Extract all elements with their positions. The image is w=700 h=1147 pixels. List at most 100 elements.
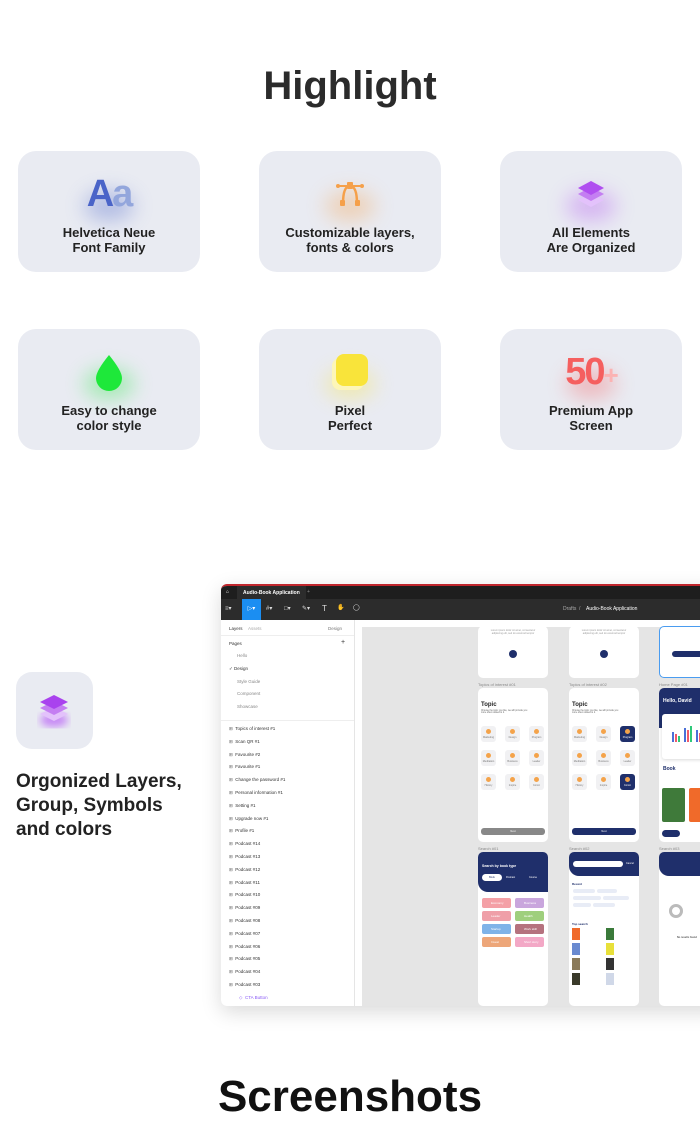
category-button[interactable]: Leader [482, 911, 511, 921]
topic-tile[interactable]: Business [505, 750, 520, 766]
layer-item[interactable]: ⊞ Setting #1 [229, 803, 256, 809]
layer-item[interactable]: ⊞ Podcast #14 [229, 841, 260, 847]
layer-item[interactable]: ⊞ Personal information #1 [229, 790, 283, 796]
page-item[interactable]: Hello [237, 653, 247, 658]
search-input[interactable] [573, 861, 623, 867]
layer-item[interactable]: ⊞ Podcast #08 [229, 918, 260, 924]
layer-item[interactable]: ⊞ Podcast #05 [229, 956, 260, 962]
layer-item[interactable]: ⊞ Podcast #13 [229, 854, 260, 860]
topic-tile[interactable]: Inspire [596, 774, 611, 790]
topic-tile[interactable]: Comic [529, 774, 544, 790]
frame-tool-icon[interactable]: #▾ [266, 605, 272, 612]
topic-tile[interactable]: Meditation [481, 750, 496, 766]
tab-layers[interactable]: Layers [229, 626, 243, 631]
page-item[interactable]: Showcase [237, 704, 258, 709]
home-icon[interactable]: ⌂ [226, 589, 229, 595]
layer-item[interactable]: ⊞ Change the password #1 [229, 777, 285, 783]
next-button[interactable]: Next [572, 828, 636, 835]
topic-description: Choose the topic you like, we will provi… [572, 710, 619, 714]
page-item[interactable]: ✓ Design [229, 666, 248, 672]
design-mode-dropdown[interactable]: Design [328, 626, 342, 631]
topic-tile[interactable]: Marketing [481, 726, 496, 742]
cancel-link[interactable]: Cancel [626, 862, 634, 865]
next-button[interactable]: Next [481, 828, 545, 835]
topic-tile[interactable]: History [481, 774, 496, 790]
layer-item[interactable]: ⊞ Profile #1 [229, 828, 254, 834]
breadcrumb-parent[interactable]: Drafts [563, 606, 576, 612]
topic-tile[interactable]: History [572, 774, 587, 790]
hand-tool-icon[interactable]: ✋ [337, 604, 344, 611]
move-tool[interactable]: ▷▾ [242, 599, 261, 620]
topics-frame-1[interactable]: Topic Choose the topic you like, we will… [478, 688, 548, 842]
topic-tile[interactable]: Program [529, 726, 544, 742]
frame-icon: ⊞ [229, 802, 233, 808]
book-cover[interactable] [662, 788, 685, 822]
page-item[interactable]: Style Guide [237, 679, 260, 684]
onboarding-frame-1[interactable]: Lorem ipsum dolor sit amet, consectetur … [478, 626, 548, 678]
pen-tool-icon[interactable]: ✎▾ [302, 605, 310, 612]
topic-tile[interactable]: Leader [529, 750, 544, 766]
onboarding-frame-3[interactable] [659, 626, 700, 678]
shape-tool-icon[interactable]: □▾ [284, 605, 291, 612]
layer-item[interactable]: ⊞ Podcast #04 [229, 969, 260, 975]
search-frame-1[interactable]: Search by book type Book Podcast Course … [478, 852, 548, 1006]
layer-item[interactable]: ⊞ Scan QR #1 [229, 739, 260, 745]
category-button[interactable]: Economy [482, 898, 511, 908]
home-frame[interactable]: Hello, David Book [659, 688, 700, 842]
home-nav-button[interactable] [662, 830, 680, 837]
sublayer-item[interactable]: ◇ CTA Button [239, 995, 268, 1001]
file-tab[interactable]: Audio-Book Application [237, 586, 306, 599]
topic-tile[interactable]: Inspire [505, 774, 520, 790]
topic-tile[interactable]: Meditation [572, 750, 587, 766]
topic-tile[interactable]: Design [596, 726, 611, 742]
emoji-icon [625, 777, 630, 782]
category-button[interactable]: Business [515, 898, 544, 908]
frame-icon: ⊞ [229, 905, 233, 911]
layer-item[interactable]: ⊞ Podcast #07 [229, 931, 260, 937]
topic-label: History [484, 784, 493, 787]
category-button[interactable]: Invest [482, 937, 511, 947]
category-button[interactable]: Work skill [515, 924, 544, 934]
layer-item[interactable]: ⊞ Favourite #1 [229, 764, 260, 770]
search1-tab-book[interactable]: Book [482, 874, 502, 881]
magnifier-icon [669, 904, 683, 918]
layer-item[interactable]: ⊞ Podcast #06 [229, 944, 260, 950]
category-button[interactable]: Health [515, 911, 544, 921]
layer-item[interactable]: ⊞ Podcast #11 [229, 880, 260, 886]
topic-label: Business [598, 760, 609, 763]
layer-item[interactable]: ⊞ Podcast #12 [229, 867, 260, 873]
main-menu-icon[interactable]: ≡▾ [225, 605, 232, 612]
search1-tab-course[interactable]: Course [529, 876, 537, 879]
layer-item[interactable]: ⊞ Favourite #2 [229, 752, 260, 758]
topic-tile[interactable]: Leader [620, 750, 635, 766]
layer-item[interactable]: ⊞ Topics of interest #1 [229, 726, 275, 732]
onboarding-frame-2[interactable]: Lorem ipsum dolor sit amet, consectetur … [569, 626, 639, 678]
topics-frame-2[interactable]: Topic Choose the topic you like, we will… [569, 688, 639, 842]
layer-item[interactable]: ⊞ Podcast #03 [229, 982, 260, 988]
book-cover[interactable] [689, 788, 700, 822]
highlight-card: 50+ Premium App Screen [500, 329, 682, 450]
new-tab-icon[interactable]: + [307, 589, 310, 595]
topic-tile[interactable]: Design [505, 726, 520, 742]
layer-item[interactable]: ⊞ Podcast #09 [229, 905, 260, 911]
topic-tile[interactable]: Comic [620, 774, 635, 790]
search-frame-3[interactable]: No results found [659, 852, 700, 1006]
topic-tile[interactable]: Program [620, 726, 635, 742]
category-button[interactable]: Startup [482, 924, 511, 934]
topic-tile[interactable]: Marketing [572, 726, 587, 742]
text-tool-icon[interactable]: T [322, 604, 327, 613]
comment-tool-icon[interactable]: ◯ [353, 604, 360, 611]
topic-label: Design [599, 736, 608, 739]
search-frame-2[interactable]: Cancel Recent Top search [569, 852, 639, 1006]
topic-tile[interactable]: Business [596, 750, 611, 766]
tab-assets[interactable]: Assets [248, 626, 262, 631]
layer-item[interactable]: ⊞ Podcast #10 [229, 892, 260, 898]
breadcrumb-current[interactable]: Audio-Book Application [586, 606, 637, 612]
add-page-icon[interactable]: + [341, 639, 345, 646]
page-item[interactable]: Component [237, 691, 260, 696]
emoji-icon [601, 753, 606, 758]
layer-item[interactable]: ⊞ Upgrade now #1 [229, 816, 268, 822]
category-button[interactable]: Short story [515, 937, 544, 947]
emoji-icon [486, 753, 491, 758]
search1-tab-podcast[interactable]: Podcast [506, 876, 515, 879]
